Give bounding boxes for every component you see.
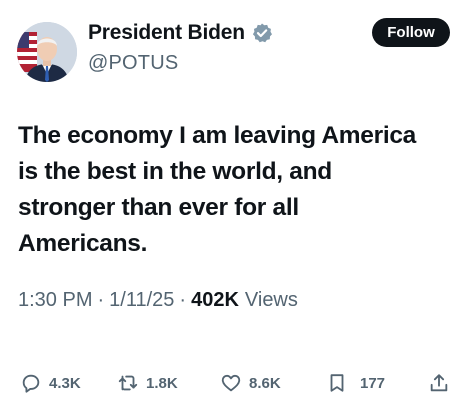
reply-count: 4.3K [49,374,81,392]
bookmark-count: 177 [360,374,386,392]
reply-button[interactable]: 4.3K [20,368,81,398]
like-count: 8.6K [249,374,281,392]
avatar[interactable] [17,22,77,82]
author-name-row: President Biden [88,18,273,48]
heart-icon [220,372,242,394]
views-label: Views [244,289,298,311]
tweet-meta: 1:30 PM · 1/11/25 · 402K Views [18,289,298,312]
author-handle[interactable]: @POTUS [88,52,178,75]
tweet-text: The economy I am leaving America is the … [18,118,463,262]
repost-count: 1.8K [146,374,178,392]
like-button[interactable]: 8.6K [220,368,281,398]
meta-separator: · [179,289,187,311]
meta-separator: · [97,289,105,311]
author-display-name[interactable]: President Biden [88,21,245,45]
tweet: President Biden @POTUS Follow The econom… [0,0,471,411]
tweet-time[interactable]: 1:30 PM [18,289,92,312]
bookmark-button[interactable]: 177 [326,368,385,398]
share-icon [428,372,450,394]
reply-icon [20,372,42,394]
tweet-text-line: is the best in the world, and [18,158,332,185]
bookmark-icon [326,372,348,394]
verified-badge-icon[interactable] [251,22,273,44]
tweet-text-line: Americans. [18,230,148,257]
tweet-text-line: stronger than ever for all [18,194,299,221]
tweet-date[interactable]: 1/11/25 [109,289,174,312]
tweet-text-line: The economy I am leaving America [18,122,416,149]
repost-icon [117,372,139,394]
follow-button[interactable]: Follow [372,18,450,47]
repost-button[interactable]: 1.8K [117,368,178,398]
share-button[interactable] [428,368,450,398]
avatar-image [17,22,77,82]
action-bar: 4.3K 1.8K 8.6K 177 [0,368,471,398]
views-count: 402K [191,289,239,311]
